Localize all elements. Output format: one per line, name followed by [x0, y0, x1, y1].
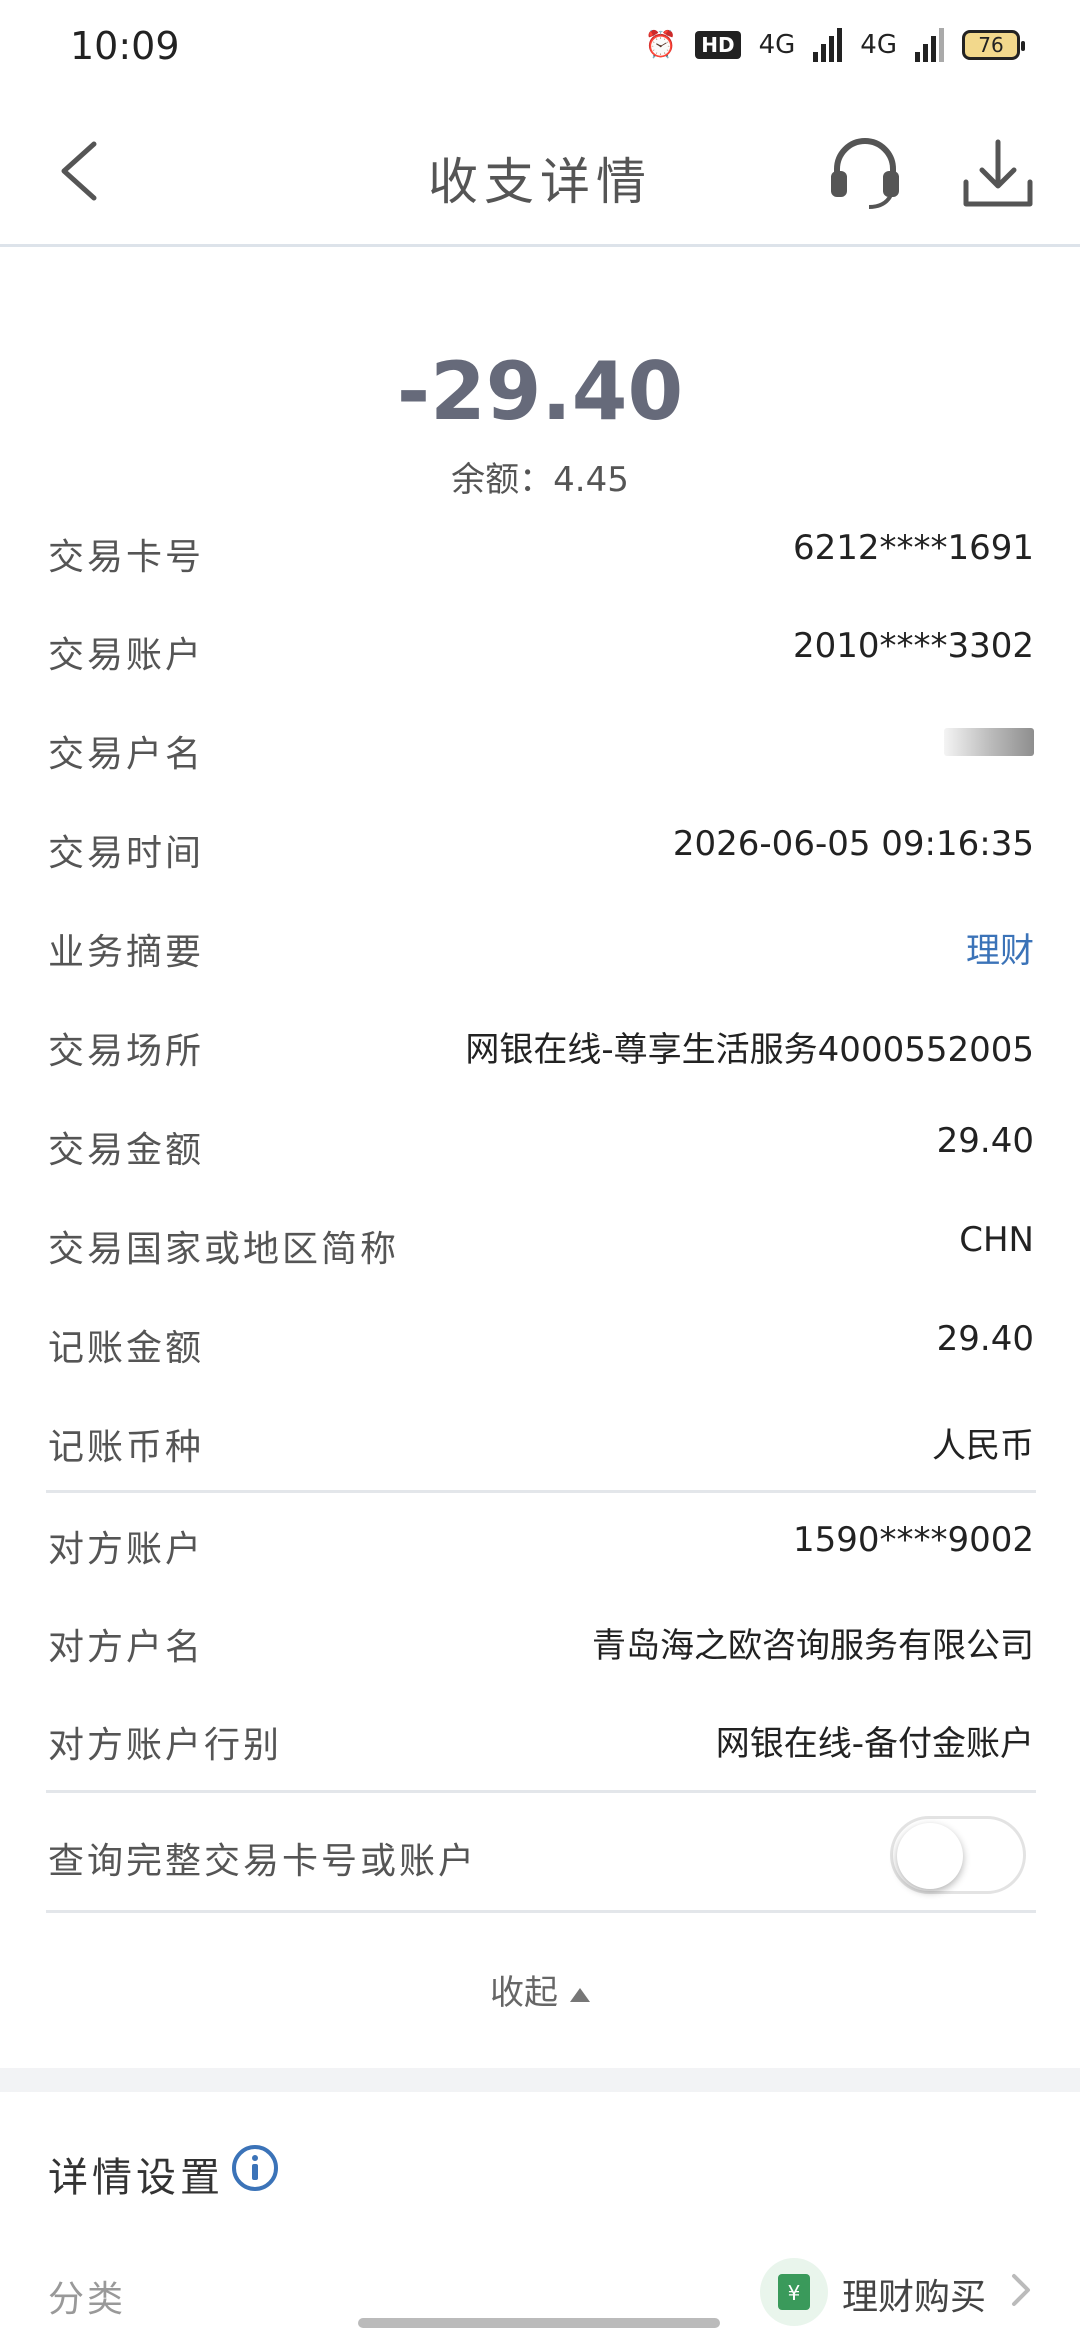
detail-value-redacted	[944, 725, 1034, 765]
download-icon[interactable]	[960, 136, 1036, 212]
signal-icon-2	[915, 28, 944, 62]
toggle-label: 查询完整交易卡号或账户	[48, 1841, 478, 1882]
detail-label: 业务摘要	[48, 932, 205, 973]
detail-label: 交易金额	[48, 1130, 205, 1171]
signal-icon	[813, 28, 843, 62]
status-icons: ⏰ HD 4G 4G 76	[644, 28, 1025, 62]
detail-value: 青岛海之欧咨询服务有限公司	[592, 1626, 1034, 1666]
detail-value: 2010****3302	[792, 626, 1034, 666]
headset-support-icon[interactable]	[825, 131, 905, 211]
detail-row-booked-amount: 记账金额 29.40	[48, 1293, 1034, 1391]
collapse-button[interactable]: 收起	[0, 1965, 1080, 2014]
transaction-amount: -29.40	[396, 345, 684, 438]
redacted-name-blur	[944, 728, 1034, 756]
wealth-category-icon[interactable]: ¥	[758, 2256, 830, 2328]
detail-label: 对方账户	[48, 1529, 205, 1570]
detail-value: 网银在线-尊享生活服务4000552005	[465, 1030, 1034, 1070]
detail-label: 交易国家或地区简称	[48, 1229, 400, 1270]
status-time: 10:09	[70, 24, 180, 68]
alarm-icon: ⏰	[644, 30, 678, 60]
toggle-knob	[897, 1823, 963, 1889]
status-bar: 10:09 ⏰ HD 4G 4G 76	[0, 0, 1080, 96]
detail-row-card-number: 交易卡号 6212****1691	[48, 502, 1034, 600]
home-indicator[interactable]	[358, 2318, 720, 2328]
detail-label: 交易卡号	[48, 537, 205, 578]
detail-label: 记账金额	[48, 1328, 205, 1369]
battery-icon: 76	[962, 30, 1025, 60]
detail-label: 交易户名	[48, 734, 205, 775]
detail-row-account-name: 交易户名	[48, 699, 1034, 797]
category-label: 分类	[48, 2279, 127, 2320]
detail-label: 交易场所	[48, 1031, 205, 1072]
detail-value: 1590****9002	[792, 1520, 1034, 1560]
detail-row-country: 交易国家或地区简称 CHN	[48, 1194, 1034, 1292]
detail-label: 对方账户行别	[48, 1725, 283, 1766]
detail-value: 2026-06-05 09:16:35	[672, 824, 1034, 864]
detail-value: 29.40	[936, 1121, 1034, 1161]
chevron-right-icon[interactable]	[1008, 2270, 1034, 2310]
detail-row-time: 交易时间 2026-06-05 09:16:35	[48, 798, 1034, 896]
detail-value: 网银在线-备付金账户	[715, 1724, 1034, 1764]
category-value[interactable]: 理财购买	[842, 2268, 986, 2320]
caret-up-icon	[570, 1987, 590, 2002]
network-type-2: 4G	[860, 30, 897, 60]
hd-badge: HD	[695, 31, 741, 59]
network-type-1: 4G	[758, 30, 796, 60]
counterparty-row-name: 对方户名 青岛海之欧咨询服务有限公司	[48, 1592, 1034, 1690]
detail-label: 对方户名	[48, 1627, 205, 1668]
detail-row-amount: 交易金额 29.40	[48, 1095, 1034, 1193]
detail-row-summary: 业务摘要 理财	[48, 897, 1034, 995]
balance-text: 余额：4.45	[451, 460, 629, 500]
counterparty-row-bank: 对方账户行别 网银在线-备付金账户	[48, 1690, 1034, 1788]
svg-text:¥: ¥	[788, 2281, 801, 2305]
section-gap	[0, 2068, 1080, 2092]
info-icon[interactable]	[230, 2143, 280, 2193]
detail-row-currency: 记账币种 人民币	[48, 1392, 1034, 1490]
detail-row-merchant: 交易场所 网银在线-尊享生活服务4000552005	[48, 996, 1034, 1094]
detail-value: 6212****1691	[792, 528, 1034, 568]
detail-label: 交易账户	[48, 635, 205, 676]
detail-value: 人民币	[932, 1426, 1034, 1466]
detail-label: 记账币种	[48, 1427, 205, 1468]
page-title: 收支详情	[428, 153, 652, 211]
full-number-toggle[interactable]	[890, 1816, 1026, 1894]
full-number-toggle-row: 查询完整交易卡号或账户	[48, 1802, 1034, 1908]
section-divider	[46, 1790, 1036, 1793]
counterparty-row-account: 对方账户 1590****9002	[48, 1494, 1034, 1592]
detail-row-account: 交易账户 2010****3302	[48, 600, 1034, 698]
detail-label: 交易时间	[48, 833, 205, 874]
header-bar: 收支详情	[0, 96, 1080, 247]
section-divider	[46, 1490, 1036, 1493]
detail-value: 29.40	[936, 1319, 1034, 1359]
detail-settings-title: 详情设置	[48, 2155, 224, 2201]
detail-value: CHN	[959, 1220, 1034, 1260]
collapse-label: 收起	[490, 1973, 558, 2013]
business-summary-link[interactable]: 理财	[966, 923, 1034, 972]
section-divider	[46, 1910, 1036, 1913]
